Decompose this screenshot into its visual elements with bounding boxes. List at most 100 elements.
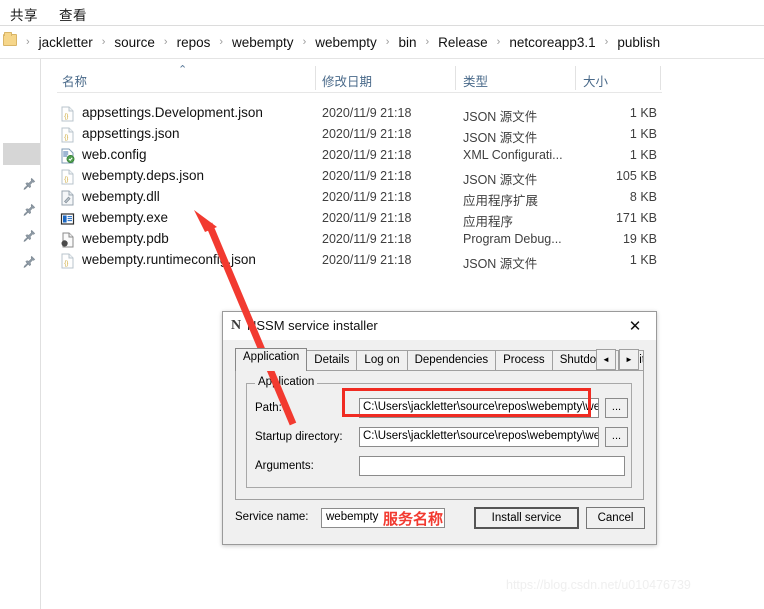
breadcrumb-separator: ›	[302, 36, 307, 48]
file-type: XML Configurati...	[463, 148, 563, 162]
file-size: 1 KB	[629, 253, 657, 267]
breadcrumb-item-publish[interactable]: publish	[614, 33, 663, 52]
exe-file-icon	[60, 211, 75, 227]
file-type: 应用程序扩展	[463, 194, 539, 208]
tab-process[interactable]: Process	[495, 350, 553, 371]
file-name: webempty.exe	[82, 210, 169, 225]
file-type: JSON 源文件	[463, 131, 538, 145]
table-row[interactable]: webempty.exe 2020/11/9 21:18 应用程序 171 KB	[57, 208, 662, 229]
breadcrumb-separator: ›	[163, 36, 168, 48]
breadcrumb-item-webempty-2[interactable]: webempty	[312, 33, 380, 52]
header-underline	[57, 92, 662, 93]
tab-application[interactable]: Application	[235, 348, 308, 371]
application-group-label: Application	[255, 376, 318, 388]
nssm-app-icon: N	[231, 318, 242, 333]
json-file-icon: {}	[60, 253, 75, 269]
file-type: 应用程序	[463, 215, 514, 229]
startup-directory-browse-button[interactable]: ...	[605, 427, 628, 447]
svg-text:{}: {}	[64, 177, 68, 183]
dialog-title: NSSM service installer	[247, 318, 378, 333]
nav-pane-divider	[40, 59, 41, 609]
file-name: webempty.deps.json	[82, 168, 205, 183]
file-date: 2020/11/9 21:18	[322, 232, 412, 246]
file-date: 2020/11/9 21:18	[322, 169, 412, 183]
close-icon[interactable]: ✕	[614, 312, 656, 340]
arguments-input[interactable]	[359, 456, 625, 476]
table-row[interactable]: {} webempty.runtimeconfig.json 2020/11/9…	[57, 250, 662, 271]
ribbon-tab-share[interactable]: 共享	[6, 3, 42, 25]
xml-config-icon	[60, 148, 75, 164]
column-divider[interactable]	[575, 66, 576, 90]
install-service-button[interactable]: Install service	[474, 507, 579, 529]
json-file-icon: {}	[60, 106, 75, 122]
breadcrumb-item-repos[interactable]: repos	[174, 33, 214, 52]
service-name-annotation: 服务名称	[383, 511, 444, 528]
json-file-icon: {}	[60, 127, 75, 143]
file-size: 19 KB	[622, 232, 657, 246]
tab-details[interactable]: Details	[306, 350, 358, 371]
table-row[interactable]: webempty.pdb 2020/11/9 21:18 Program Deb…	[57, 229, 662, 250]
file-size: 8 KB	[629, 190, 657, 204]
application-tab-page: Application Path: C:\Users\jackletter\so…	[235, 370, 644, 500]
dialog-title-bar[interactable]: N NSSM service installer ✕	[223, 312, 656, 340]
file-date: 2020/11/9 21:18	[322, 106, 412, 120]
file-name: appsettings.Development.json	[82, 105, 263, 120]
pin-icon[interactable]	[23, 229, 36, 243]
nav-selected-item[interactable]	[3, 143, 41, 165]
table-row[interactable]: {} appsettings.Development.json 2020/11/…	[57, 103, 662, 124]
breadcrumb-item-release[interactable]: Release	[435, 33, 491, 52]
svg-text:{}: {}	[64, 114, 68, 120]
navigation-pane	[0, 59, 41, 609]
table-row[interactable]: {} appsettings.json 2020/11/9 21:18 JSON…	[57, 124, 662, 145]
column-header-type[interactable]: 类型	[463, 66, 488, 92]
cancel-button[interactable]: Cancel	[586, 507, 645, 529]
pin-icon[interactable]	[23, 177, 36, 191]
tab-log-on[interactable]: Log on	[356, 350, 408, 371]
pin-icon[interactable]	[23, 203, 36, 217]
table-row[interactable]: web.config 2020/11/9 21:18 XML Configura…	[57, 145, 662, 166]
breadcrumb-item-source[interactable]: source	[111, 33, 158, 52]
column-header-name[interactable]: 名称	[62, 66, 87, 92]
folder-icon	[3, 32, 17, 46]
column-divider[interactable]	[660, 66, 661, 90]
breadcrumb-item-netcoreapp31[interactable]: netcoreapp3.1	[506, 33, 598, 52]
arguments-label: Arguments:	[255, 460, 314, 472]
watermark: https://blog.csdn.net/u010476739	[506, 578, 691, 592]
breadcrumb-item-jackletter[interactable]: jackletter	[36, 33, 96, 52]
file-size: 1 KB	[629, 127, 657, 141]
file-size: 1 KB	[629, 106, 657, 120]
startup-directory-label: Startup directory:	[255, 431, 343, 443]
file-date: 2020/11/9 21:18	[322, 127, 412, 141]
tab-scroll-right-icon[interactable]: ►	[619, 349, 639, 370]
path-browse-button[interactable]: ...	[605, 398, 628, 418]
file-date: 2020/11/9 21:18	[322, 148, 412, 162]
file-date: 2020/11/9 21:18	[322, 211, 412, 225]
column-divider[interactable]	[315, 66, 316, 90]
breadcrumb-item-bin[interactable]: bin	[395, 33, 419, 52]
column-header-date[interactable]: 修改日期	[322, 66, 372, 92]
breadcrumb-separator: ›	[496, 36, 501, 48]
svg-text:{}: {}	[64, 261, 68, 267]
column-header-size[interactable]: 大小	[583, 66, 608, 92]
file-size: 171 KB	[615, 211, 657, 225]
table-row[interactable]: webempty.dll 2020/11/9 21:18 应用程序扩展 8 KB	[57, 187, 662, 208]
file-type: JSON 源文件	[463, 110, 538, 124]
tab-scroll-left-icon[interactable]: ◄	[596, 349, 616, 370]
path-input[interactable]: C:\Users\jackletter\source\repos\webempt…	[359, 398, 599, 418]
svg-text:{}: {}	[64, 135, 68, 141]
service-name-label: Service name:	[235, 511, 309, 523]
breadcrumb-item-webempty-1[interactable]: webempty	[229, 33, 297, 52]
address-bar[interactable]: › jackletter › source › repos › webempty…	[0, 26, 764, 58]
tab-dependencies[interactable]: Dependencies	[406, 350, 497, 371]
breadcrumb-separator: ›	[425, 36, 430, 48]
column-divider[interactable]	[455, 66, 456, 90]
breadcrumb-separator: ›	[219, 36, 224, 48]
file-date: 2020/11/9 21:18	[322, 253, 412, 267]
file-type: JSON 源文件	[463, 173, 538, 187]
pin-icon[interactable]	[23, 255, 36, 269]
file-type: JSON 源文件	[463, 257, 538, 271]
ribbon-tab-view[interactable]: 查看	[55, 3, 91, 25]
path-label: Path:	[255, 402, 282, 414]
table-row[interactable]: {} webempty.deps.json 2020/11/9 21:18 JS…	[57, 166, 662, 187]
startup-directory-input[interactable]: C:\Users\jackletter\source\repos\webempt…	[359, 427, 599, 447]
